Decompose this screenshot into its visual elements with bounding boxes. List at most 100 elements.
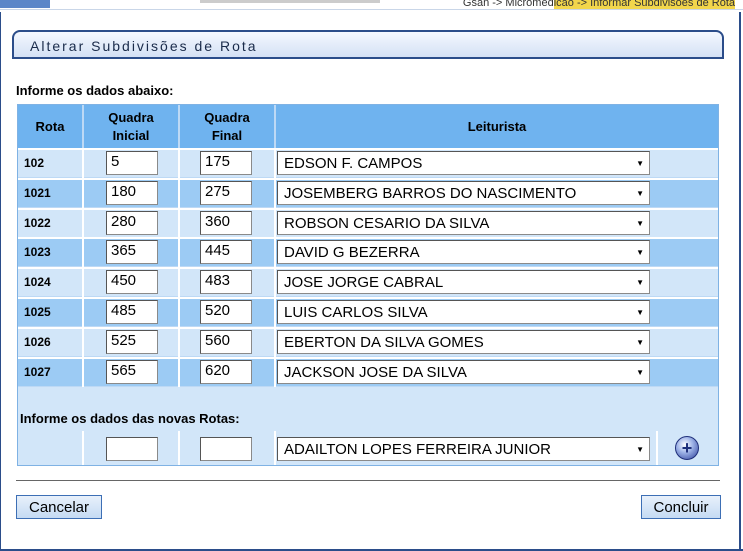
quadra-inicial-input[interactable]: 525	[106, 330, 158, 354]
column-separator	[82, 179, 84, 208]
divider	[16, 480, 720, 481]
column-separator	[274, 431, 276, 465]
top-blue-bar	[0, 0, 50, 8]
leiturista-value: JACKSON JOSE DA SILVA	[284, 363, 467, 381]
chevron-down-icon: ▼	[636, 158, 644, 168]
leiturista-value: EBERTON DA SILVA GOMES	[284, 333, 484, 351]
column-separator	[82, 149, 84, 178]
quadra-final-input[interactable]: 560	[200, 330, 252, 354]
rota-cell: 1022	[24, 216, 51, 230]
quadra-final-input[interactable]: 445	[200, 240, 252, 264]
leiturista-select[interactable]: EBERTON DA SILVA GOMES ▼	[277, 330, 650, 354]
column-separator	[82, 328, 84, 357]
chevron-down-icon: ▼	[636, 337, 644, 347]
leiturista-select[interactable]: JOSEMBERG BARROS DO NASCIMENTO ▼	[277, 181, 650, 205]
column-separator	[274, 298, 276, 327]
quadra-final-input[interactable]: 620	[200, 360, 252, 384]
breadcrumb: Gsan -> Micromedicao -> Informar Subdivi…	[463, 0, 735, 9]
top-logo-fragment	[200, 0, 380, 3]
confirm-button[interactable]: Concluir	[641, 495, 721, 519]
column-separator	[178, 358, 180, 387]
column-separator	[178, 149, 180, 178]
leiturista-select[interactable]: JACKSON JOSE DA SILVA ▼	[277, 360, 650, 384]
leiturista-select[interactable]: ROBSON CESARIO DA SILVA ▼	[277, 211, 650, 235]
header-quadra-final: Quadra Final	[180, 105, 274, 148]
leiturista-value: EDSON F. CAMPOS	[284, 154, 423, 172]
column-separator	[274, 149, 276, 178]
leiturista-value: JOSEMBERG BARROS DO NASCIMENTO	[284, 184, 577, 202]
quadra-inicial-input[interactable]: 280	[106, 211, 158, 235]
quadra-inicial-input[interactable]: 180	[106, 181, 158, 205]
column-separator	[178, 268, 180, 297]
header-leiturista: Leiturista	[276, 105, 718, 148]
column-separator	[178, 238, 180, 267]
row-separator	[18, 237, 718, 239]
row-separator	[18, 297, 718, 299]
row-separator	[18, 148, 718, 150]
cancel-button[interactable]: Cancelar	[16, 495, 102, 519]
rota-cell: 1023	[24, 245, 51, 259]
quadra-inicial-input[interactable]: 565	[106, 360, 158, 384]
rota-cell: 1027	[24, 365, 51, 379]
column-separator	[178, 298, 180, 327]
rota-cell: 1021	[24, 186, 51, 200]
top-line	[0, 9, 743, 10]
leiturista-select[interactable]: LUIS CARLOS SILVA ▼	[277, 300, 650, 324]
quadra-final-input[interactable]: 175	[200, 151, 252, 175]
chevron-down-icon: ▼	[636, 277, 644, 287]
chevron-down-icon: ▼	[636, 307, 644, 317]
rota-cell: 1026	[24, 335, 51, 349]
quadra-final-input[interactable]: 360	[200, 211, 252, 235]
chevron-down-icon: ▼	[636, 247, 644, 257]
column-separator	[274, 268, 276, 297]
column-separator	[82, 358, 84, 387]
column-separator	[274, 328, 276, 357]
row-separator	[18, 357, 718, 359]
quadra-inicial-input[interactable]: 450	[106, 270, 158, 294]
new-routes-label: Informe os dados das novas Rotas:	[20, 411, 240, 426]
breadcrumb-current: icao -> Informar Subdivisoes de Rota	[553, 0, 735, 9]
column-separator	[82, 268, 84, 297]
leiturista-value: ROBSON CESARIO DA SILVA	[284, 214, 490, 232]
leiturista-value: LUIS CARLOS SILVA	[284, 303, 428, 321]
column-separator	[274, 238, 276, 267]
leiturista-value: JOSE JORGE CABRAL	[284, 273, 444, 291]
plus-circle-icon[interactable]: +	[675, 436, 699, 460]
right-border	[739, 12, 741, 551]
chevron-down-icon: ▼	[636, 218, 644, 228]
quadra-final-input[interactable]: 275	[200, 181, 252, 205]
column-separator	[656, 431, 658, 465]
quadra-inicial-input[interactable]: 5	[106, 151, 158, 175]
rota-cell: 1024	[24, 275, 51, 289]
leiturista-select[interactable]: DAVID G BEZERRA ▼	[277, 240, 650, 264]
column-separator	[82, 298, 84, 327]
panel-header-line	[12, 57, 724, 59]
column-separator	[82, 209, 84, 238]
chevron-down-icon: ▼	[636, 188, 644, 198]
chevron-down-icon: ▼	[636, 367, 644, 377]
quadra-final-input[interactable]: 483	[200, 270, 252, 294]
new-quadra-final-input[interactable]	[200, 437, 252, 461]
column-separator	[178, 209, 180, 238]
quadra-inicial-input[interactable]: 365	[106, 240, 158, 264]
column-separator	[178, 328, 180, 357]
column-separator	[82, 431, 84, 465]
quadra-inicial-input[interactable]: 485	[106, 300, 158, 324]
leiturista-select[interactable]: EDSON F. CAMPOS ▼	[277, 151, 650, 175]
left-border	[0, 12, 1, 551]
leiturista-select[interactable]: JOSE JORGE CABRAL ▼	[277, 270, 650, 294]
column-separator	[274, 179, 276, 208]
rota-cell: 1025	[24, 305, 51, 319]
row-separator	[18, 178, 718, 180]
rota-cell: 102	[24, 156, 45, 170]
column-separator	[82, 238, 84, 267]
chevron-down-icon: ▼	[636, 444, 644, 454]
quadra-final-input[interactable]: 520	[200, 300, 252, 324]
new-quadra-inicial-input[interactable]	[106, 437, 158, 461]
new-leiturista-select[interactable]: ADAILTON LOPES FERREIRA JUNIOR ▼	[277, 437, 650, 461]
column-separator	[178, 431, 180, 465]
column-separator	[178, 179, 180, 208]
breadcrumb-prefix: Gsan -> Micromed	[462, 0, 554, 9]
row-separator	[18, 208, 718, 210]
row-separator	[18, 267, 718, 269]
